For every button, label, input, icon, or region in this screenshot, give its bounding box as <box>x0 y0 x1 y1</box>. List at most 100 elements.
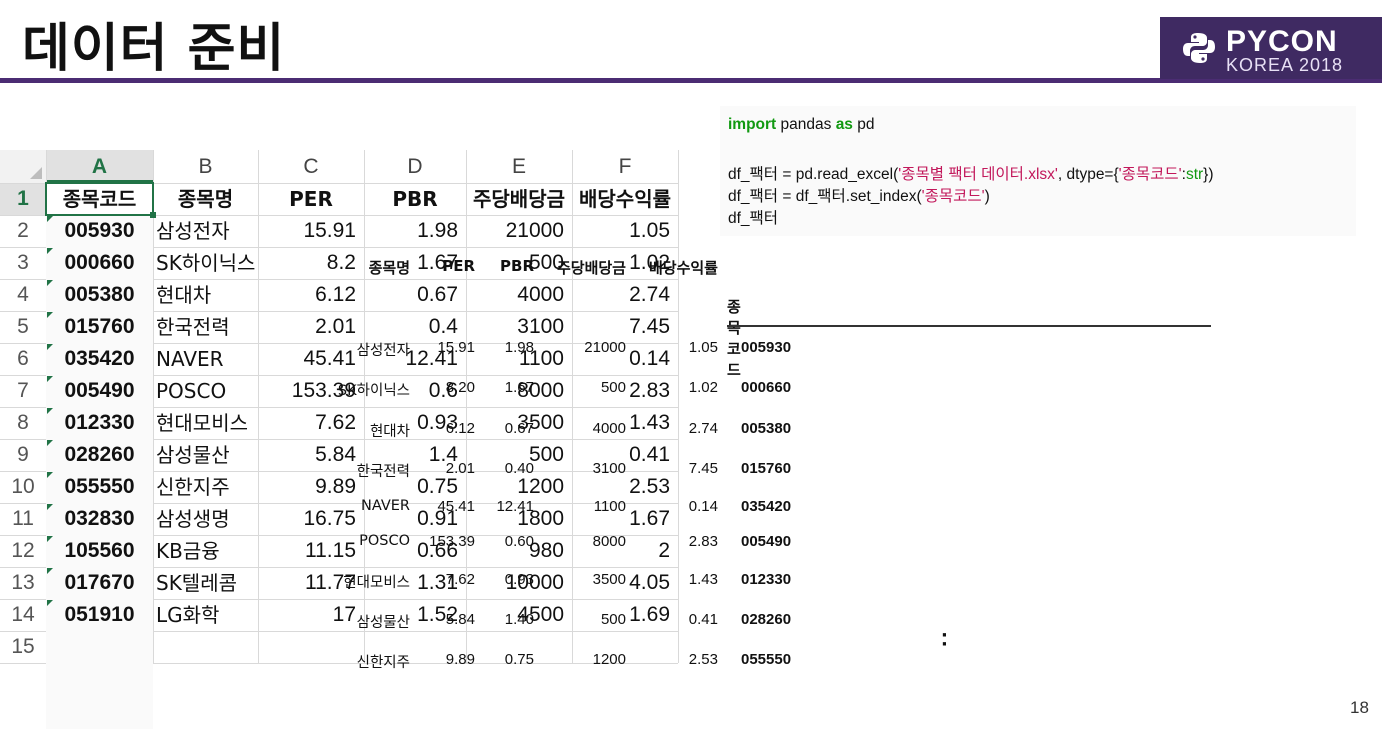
dataframe-value-cell: 4000 <box>592 420 626 437</box>
dataframe-value-cell: SK하이닉스 <box>337 383 410 399</box>
header-cell[interactable]: PBR <box>364 183 466 215</box>
dataframe-index-cell: 012330 <box>741 571 792 588</box>
column-header-b[interactable]: B <box>153 150 258 183</box>
text-number-warning-icon <box>47 600 53 606</box>
dataframe-value-cell: 9.89 <box>445 651 475 668</box>
stock-name-cell[interactable]: 신한지주 <box>153 471 258 503</box>
dataframe-value-cell: 500 <box>600 611 626 628</box>
select-all-corner[interactable] <box>0 150 46 183</box>
stock-name-cell[interactable]: 삼성전자 <box>153 215 258 247</box>
value-cell[interactable]: 15.91 <box>258 215 364 247</box>
column-header-c[interactable]: C <box>258 150 364 183</box>
stock-name-cell[interactable]: NAVER <box>153 343 258 375</box>
dataframe-value-cell: 1.40 <box>504 611 534 628</box>
dataframe-column-header: PBR <box>500 257 534 275</box>
dataframe-value-cell: 8000 <box>592 533 626 550</box>
logo-subtitle: KOREA 2018 <box>1226 55 1344 75</box>
dataframe-column-header: PER <box>442 257 475 275</box>
row-header-5[interactable]: 5 <box>0 311 46 343</box>
value-cell[interactable]: 6.12 <box>258 279 364 311</box>
dataframe-index-cell: 000660 <box>741 379 792 396</box>
stock-name-cell[interactable]: 삼성생명 <box>153 503 258 535</box>
dataframe-value-cell: 7.45 <box>688 460 718 477</box>
row-header-12[interactable]: 12 <box>0 535 46 567</box>
value-cell[interactable]: 0.67 <box>364 279 466 311</box>
stock-name-cell[interactable]: SK텔레콤 <box>153 567 258 599</box>
text-number-warning-icon <box>47 568 53 574</box>
code-line-2: df_팩터 = pd.read_excel('종목별 팩터 데이터.xlsx',… <box>728 166 1214 183</box>
dataframe-value-cell: 3500 <box>592 571 626 588</box>
stock-name-cell[interactable]: LG화학 <box>153 599 258 631</box>
column-header-f[interactable]: F <box>572 150 678 183</box>
value-cell[interactable]: 17 <box>258 599 364 631</box>
stock-name-cell[interactable]: POSCO <box>153 375 258 407</box>
header-cell[interactable]: 배당수익률 <box>572 183 678 215</box>
dataframe-value-cell: 신한지주 <box>356 655 410 671</box>
value-cell[interactable]: 2.74 <box>572 279 678 311</box>
value-cell[interactable]: 4000 <box>466 279 572 311</box>
header-cell[interactable]: PER <box>258 183 364 215</box>
dataframe-value-cell: 삼성물산 <box>356 615 410 631</box>
text-number-warning-icon <box>47 472 53 478</box>
value-cell[interactable]: 1.05 <box>572 215 678 247</box>
text-number-warning-icon <box>47 536 53 542</box>
dataframe-value-cell: 12.41 <box>496 498 534 515</box>
stock-name-cell[interactable]: 삼성물산 <box>153 439 258 471</box>
column-header-e[interactable]: E <box>466 150 572 183</box>
header-cell[interactable]: 주당배당금 <box>466 183 572 215</box>
stock-code-cell[interactable]: 051910 <box>46 599 153 729</box>
stock-name-cell[interactable]: 현대차 <box>153 279 258 311</box>
dataframe-value-cell: 153.39 <box>429 533 475 550</box>
dataframe-value-cell: 1.43 <box>688 571 718 588</box>
value-cell[interactable]: 5.84 <box>258 439 364 471</box>
row-header-9[interactable]: 9 <box>0 439 46 471</box>
column-header-d[interactable]: D <box>364 150 466 183</box>
row-header-3[interactable]: 3 <box>0 247 46 279</box>
row-header-6[interactable]: 6 <box>0 343 46 375</box>
value-cell[interactable]: 1.98 <box>364 215 466 247</box>
value-cell[interactable]: 7.62 <box>258 407 364 439</box>
row-header-8[interactable]: 8 <box>0 407 46 439</box>
dataframe-value-cell: 0.75 <box>504 651 534 668</box>
stock-name-cell[interactable]: 한국전력 <box>153 311 258 343</box>
code-line-1: import pandas as pd <box>728 116 875 133</box>
value-cell[interactable]: 45.41 <box>258 343 364 375</box>
row-header-7[interactable]: 7 <box>0 375 46 407</box>
dataframe-value-cell: 2.83 <box>688 533 718 550</box>
selected-cell-a1[interactable] <box>45 182 154 216</box>
row-header-4[interactable]: 4 <box>0 279 46 311</box>
text-number-warning-icon <box>47 216 53 222</box>
dataframe-value-cell: 현대모비스 <box>343 575 410 591</box>
fill-handle[interactable] <box>150 212 156 218</box>
stock-name-cell[interactable]: 현대모비스 <box>153 407 258 439</box>
row-header-14[interactable]: 14 <box>0 599 46 631</box>
dataframe-index-cell: 015760 <box>741 460 792 477</box>
row-header-15[interactable]: 15 <box>0 631 46 663</box>
dataframe-value-cell: 45.41 <box>437 498 475 515</box>
text-number-warning-icon <box>47 504 53 510</box>
row-header-10[interactable]: 10 <box>0 471 46 503</box>
value-cell[interactable]: 16.75 <box>258 503 364 535</box>
dataframe-value-cell: 1100 <box>593 498 626 515</box>
dataframe-column-header: 종목명 <box>368 259 410 277</box>
stock-name-cell[interactable]: SK하이닉스 <box>153 247 258 279</box>
value-cell[interactable]: 9.89 <box>258 471 364 503</box>
dataframe-value-cell: 8.20 <box>445 379 475 396</box>
value-cell[interactable]: 21000 <box>466 215 572 247</box>
row-header-1[interactable]: 1 <box>0 183 46 215</box>
dataframe-column-header: 배당수익률 <box>648 259 718 277</box>
text-number-warning-icon <box>47 312 53 318</box>
dataframe-value-cell: 0.14 <box>688 498 718 515</box>
row-header-2[interactable]: 2 <box>0 215 46 247</box>
row-header-13[interactable]: 13 <box>0 567 46 599</box>
column-header-a[interactable]: A <box>46 150 153 183</box>
value-cell[interactable]: 11.15 <box>258 535 364 567</box>
dataframe-value-cell: 0.40 <box>504 460 534 477</box>
stock-name-cell[interactable]: KB금융 <box>153 535 258 567</box>
value-cell[interactable]: 8.2 <box>258 247 364 279</box>
value-cell[interactable]: 2.01 <box>258 311 364 343</box>
dataframe-value-cell: 삼성전자 <box>356 343 410 359</box>
header-cell[interactable]: 종목명 <box>153 183 258 215</box>
row-header-11[interactable]: 11 <box>0 503 46 535</box>
dataframe-value-cell: 0.41 <box>688 611 718 628</box>
